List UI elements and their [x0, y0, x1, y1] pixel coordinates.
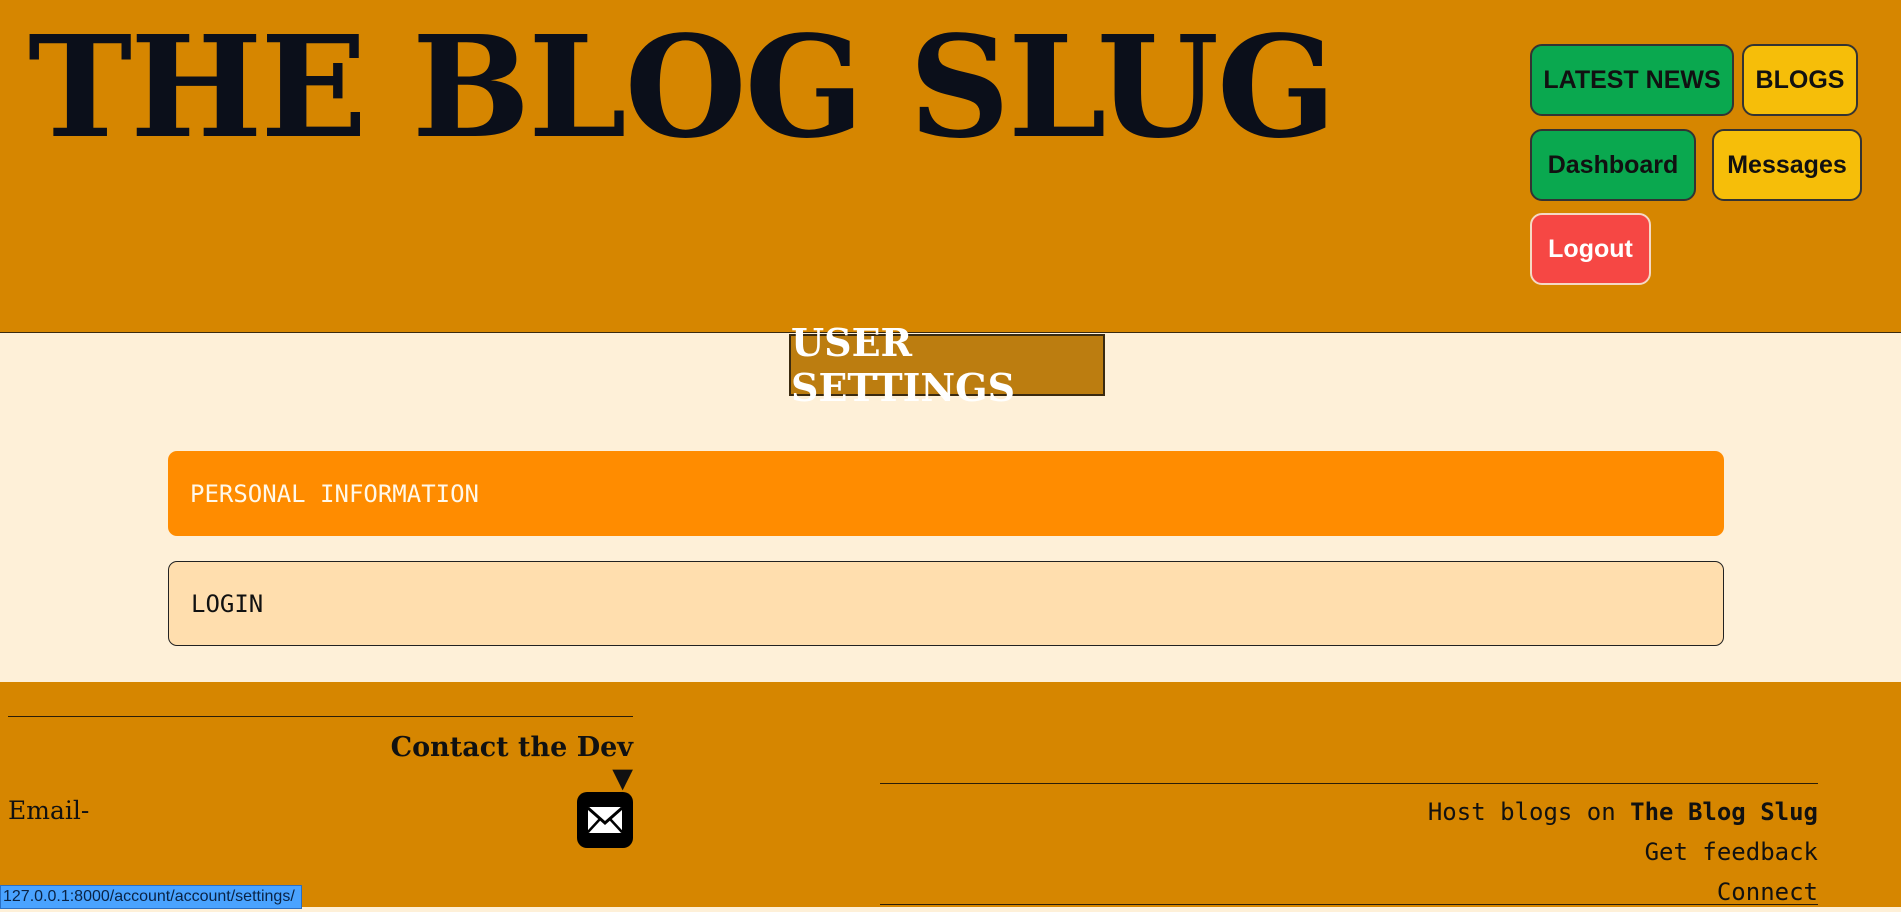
- latest-news-button[interactable]: LATEST NEWS: [1530, 44, 1734, 116]
- status-bar-url: 127.0.0.1:8000/account/account/settings/: [0, 885, 302, 909]
- site-title: THE BLOG SLUG: [28, 6, 1336, 170]
- site-footer: Contact the Dev ▼ Email- Host blogs on T…: [0, 682, 1901, 907]
- dashboard-button[interactable]: Dashboard: [1530, 129, 1696, 201]
- host-blogs-link[interactable]: Host blogs on The Blog Slug: [880, 792, 1818, 832]
- envelope-icon[interactable]: [577, 792, 633, 848]
- page-heading: USER SETTINGS: [789, 320, 1105, 410]
- connect-link[interactable]: Connect: [880, 872, 1818, 912]
- site-header: THE BLOG SLUG LATEST NEWS BLOGS Dashboar…: [0, 0, 1901, 333]
- footer-links: Host blogs on The Blog Slug Get feedback…: [880, 792, 1818, 912]
- host-blogs-brand: The Blog Slug: [1630, 798, 1818, 826]
- get-feedback-link[interactable]: Get feedback: [880, 832, 1818, 872]
- logout-button[interactable]: Logout: [1530, 213, 1651, 285]
- login-panel[interactable]: LOGIN: [168, 561, 1724, 646]
- personal-information-panel[interactable]: PERSONAL INFORMATION: [168, 451, 1724, 536]
- email-label: Email-: [8, 796, 90, 825]
- blogs-button[interactable]: BLOGS: [1742, 44, 1858, 116]
- messages-button[interactable]: Messages: [1712, 129, 1862, 201]
- links-divider-bottom: [880, 904, 1818, 905]
- host-blogs-text: Host blogs on: [1427, 798, 1616, 826]
- contact-divider: [8, 716, 633, 717]
- contact-dev-toggle[interactable]: Contact the Dev ▼: [370, 732, 633, 794]
- links-divider-top: [880, 783, 1818, 784]
